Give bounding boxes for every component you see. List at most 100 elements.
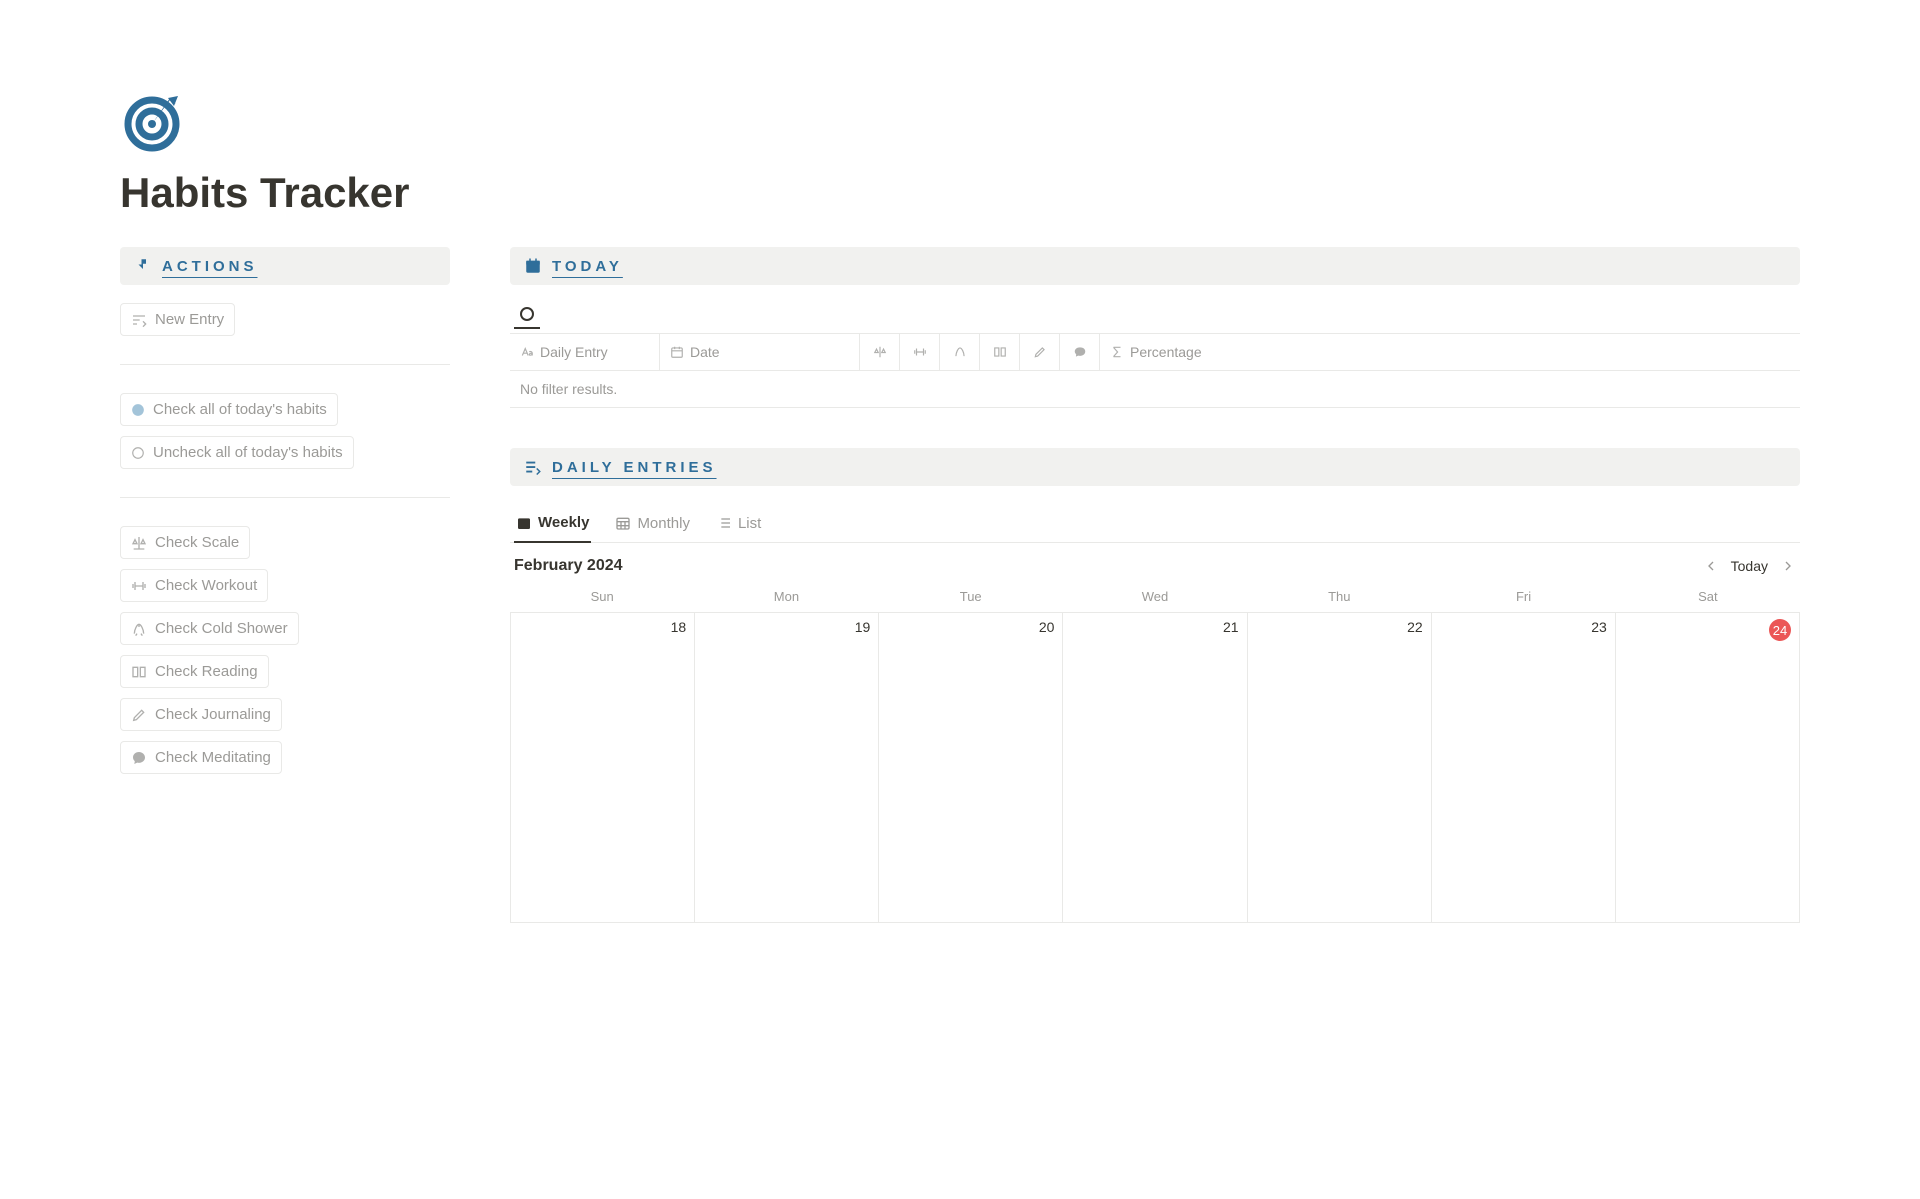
list-edit-icon [524, 458, 542, 476]
calendar-grid-icon [615, 515, 631, 531]
text-aa-icon [520, 345, 534, 359]
calendar-date: 18 [671, 619, 687, 635]
empty-circle-icon [131, 446, 145, 460]
col-workout[interactable] [900, 334, 940, 370]
uncheck-all-button[interactable]: Uncheck all of today's habits [120, 436, 354, 469]
check-workout-label: Check Workout [155, 577, 257, 594]
calendar-grid: 18 19 20 21 22 23 24 [510, 612, 1800, 923]
check-scale-button[interactable]: Check Scale [120, 526, 250, 559]
col-percentage-label: Percentage [1130, 344, 1202, 360]
tab-list[interactable]: List [714, 510, 763, 542]
col-cold-shower[interactable] [940, 334, 980, 370]
check-cold-shower-label: Check Cold Shower [155, 620, 288, 637]
pencil-icon [1033, 345, 1047, 359]
new-entry-button[interactable]: New Entry [120, 303, 235, 336]
calendar-date: 22 [1407, 619, 1423, 635]
dow-fri: Fri [1431, 585, 1615, 612]
circle-icon [520, 307, 534, 321]
filled-circle-icon [131, 403, 145, 417]
today-button[interactable]: Today [1731, 558, 1768, 574]
chat-icon [1073, 345, 1087, 359]
calendar-icon [516, 515, 532, 531]
dow-thu: Thu [1247, 585, 1431, 612]
pencil-icon [131, 707, 147, 723]
calendar-date: 21 [1223, 619, 1239, 635]
calendar-date: 23 [1591, 619, 1607, 635]
dow-wed: Wed [1063, 585, 1247, 612]
no-filter-results: No filter results. [510, 370, 1800, 407]
tab-monthly-label: Monthly [637, 515, 690, 532]
col-reading[interactable] [980, 334, 1020, 370]
check-cold-shower-button[interactable]: Check Cold Shower [120, 612, 299, 645]
calendar-cell[interactable]: 19 [695, 613, 879, 923]
page-icon [120, 90, 1800, 159]
check-all-button[interactable]: Check all of today's habits [120, 393, 338, 426]
prev-week-button[interactable] [1703, 558, 1719, 574]
divider [120, 497, 450, 498]
col-journaling[interactable] [1020, 334, 1060, 370]
calendar-small-icon [670, 345, 684, 359]
dumbbell-icon [913, 345, 927, 359]
col-scale[interactable] [860, 334, 900, 370]
hand-point-icon [134, 257, 152, 275]
tab-monthly[interactable]: Monthly [613, 510, 692, 542]
today-table: Daily Entry Date [510, 333, 1800, 408]
check-journaling-button[interactable]: Check Journaling [120, 698, 282, 731]
calendar-cell[interactable]: 18 [511, 613, 695, 923]
col-daily-entry-label: Daily Entry [540, 344, 608, 360]
today-header: TODAY [510, 247, 1800, 285]
today-header-label: TODAY [552, 258, 623, 275]
calendar-month-label: February 2024 [514, 557, 623, 575]
daily-entries-header-label: DAILY ENTRIES [552, 459, 717, 476]
check-meditating-label: Check Meditating [155, 749, 271, 766]
page-title: Habits Tracker [120, 169, 1800, 217]
check-all-label: Check all of today's habits [153, 401, 327, 418]
calendar-cell[interactable]: 20 [879, 613, 1063, 923]
divider [120, 364, 450, 365]
check-reading-label: Check Reading [155, 663, 258, 680]
dow-sun: Sun [510, 585, 694, 612]
calendar-cell[interactable]: 22 [1248, 613, 1432, 923]
scale-icon [873, 345, 887, 359]
calendar-date: 19 [855, 619, 871, 635]
calendar-date-today: 24 [1769, 619, 1791, 641]
calendar-icon [524, 257, 542, 275]
dow-sat: Sat [1616, 585, 1800, 612]
calendar-cell[interactable]: 21 [1063, 613, 1247, 923]
check-meditating-button[interactable]: Check Meditating [120, 741, 282, 774]
tab-weekly[interactable]: Weekly [514, 510, 591, 543]
col-daily-entry[interactable]: Daily Entry [510, 334, 660, 370]
check-scale-label: Check Scale [155, 534, 239, 551]
uncheck-all-label: Uncheck all of today's habits [153, 444, 343, 461]
tab-weekly-label: Weekly [538, 514, 589, 531]
edit-icon [131, 312, 147, 328]
new-entry-label: New Entry [155, 311, 224, 328]
rocket-icon [953, 345, 967, 359]
tab-list-label: List [738, 515, 761, 532]
chat-icon [131, 750, 147, 766]
sigma-icon [1110, 345, 1124, 359]
col-date[interactable]: Date [660, 334, 860, 370]
next-week-button[interactable] [1780, 558, 1796, 574]
dumbbell-icon [131, 578, 147, 594]
dow-tue: Tue [879, 585, 1063, 612]
book-icon [993, 345, 1007, 359]
list-icon [716, 515, 732, 531]
view-tabs: Weekly Monthly List [510, 504, 1800, 543]
calendar-cell[interactable]: 24 [1616, 613, 1800, 923]
daily-entries-header: DAILY ENTRIES [510, 448, 1800, 486]
book-icon [131, 664, 147, 680]
actions-header: ACTIONS [120, 247, 450, 285]
check-workout-button[interactable]: Check Workout [120, 569, 268, 602]
col-date-label: Date [690, 344, 720, 360]
col-percentage[interactable]: Percentage [1100, 334, 1800, 370]
check-reading-button[interactable]: Check Reading [120, 655, 269, 688]
actions-header-label: ACTIONS [162, 258, 258, 275]
calendar-cell[interactable]: 23 [1432, 613, 1616, 923]
col-meditating[interactable] [1060, 334, 1100, 370]
check-journaling-label: Check Journaling [155, 706, 271, 723]
today-view-tab[interactable] [514, 303, 540, 329]
calendar-date: 20 [1039, 619, 1055, 635]
rocket-icon [131, 621, 147, 637]
scale-icon [131, 535, 147, 551]
